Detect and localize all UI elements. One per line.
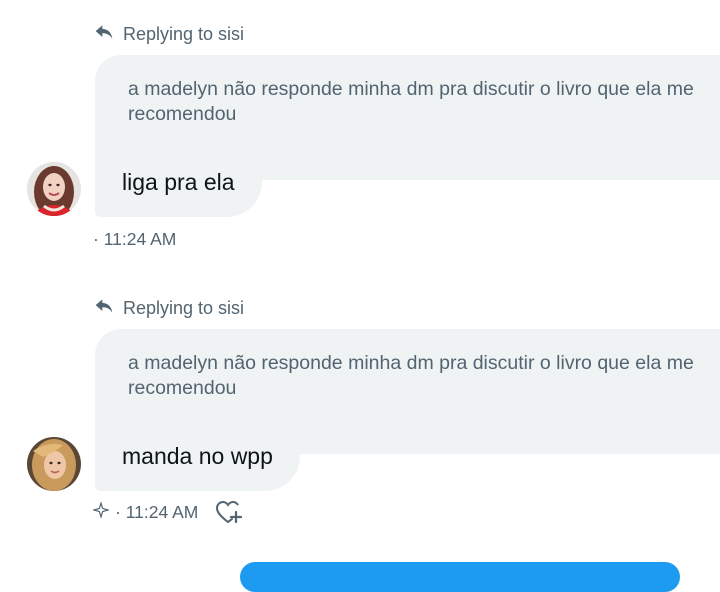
- reply-arrow-icon: [94, 22, 114, 47]
- avatar[interactable]: [27, 437, 81, 491]
- avatar-blonde-hair-icon: [27, 437, 81, 491]
- message-bubble[interactable]: manda no wpp: [95, 421, 300, 491]
- timestamp: · 11:24 AM: [115, 501, 199, 522]
- avatar[interactable]: [27, 162, 81, 216]
- avatar-red-hair-icon: [27, 162, 81, 216]
- reply-context[interactable]: Replying to sisi: [94, 23, 244, 45]
- composer-button[interactable]: [240, 562, 680, 592]
- add-reaction-heart-icon[interactable]: [214, 498, 243, 526]
- quoted-text-line: recomendou: [128, 377, 237, 399]
- message-bubble[interactable]: liga pra ela: [95, 147, 262, 217]
- reply-label: Replying to sisi: [123, 23, 245, 44]
- quoted-text-line: recomendou: [128, 103, 237, 125]
- reply-arrow-icon: [94, 296, 114, 321]
- message-text: liga pra ela: [122, 168, 235, 195]
- message-meta: · 11:24 AM: [91, 498, 243, 526]
- quoted-text-line: a madelyn não responde minha dm pra disc…: [128, 352, 694, 374]
- message-text: manda no wpp: [122, 442, 273, 469]
- timestamp: · 11:24 AM: [93, 228, 177, 249]
- quoted-text-line: a madelyn não responde minha dm pra disc…: [128, 78, 694, 100]
- reply-label: Replying to sisi: [123, 297, 245, 318]
- message-meta: · 11:24 AM: [93, 227, 176, 251]
- reply-context[interactable]: Replying to sisi: [94, 297, 244, 319]
- sparkle-icon: [91, 500, 111, 523]
